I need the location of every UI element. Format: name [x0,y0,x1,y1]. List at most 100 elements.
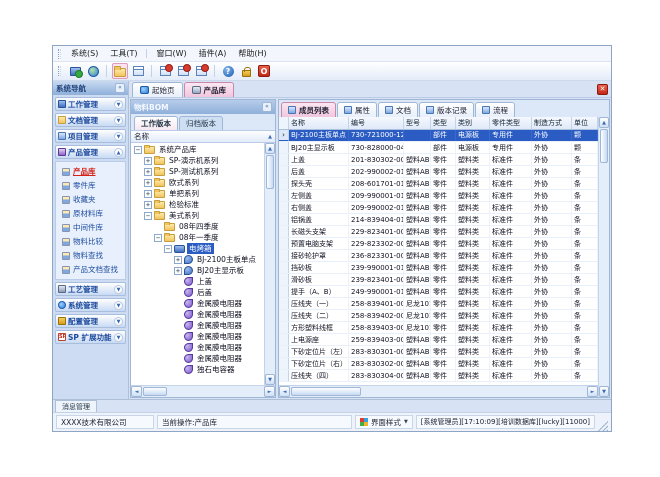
table-horizontal-scrollbar[interactable]: ◄ ► [279,385,598,397]
chevron-down-icon[interactable]: ▼ [114,132,123,141]
toolbar-button-1[interactable] [67,63,83,79]
toolbar-button-9[interactable] [238,63,254,79]
toolbar-button-8[interactable]: ? [220,63,236,79]
column-header-型号[interactable]: 型号 [404,117,431,129]
table-row[interactable]: 铝锅盖214-839404-01I塑料ABS零件塑料类标准件外协条 [279,214,598,226]
expand-icon[interactable]: + [144,168,152,176]
menu-item-2[interactable]: 工具(T) [104,47,143,60]
table-row[interactable]: 下砂定位片（左）283-830301-00I塑料ABS零件塑料类标准件外协条 [279,346,598,358]
collapse-icon[interactable]: − [154,234,162,242]
tree-node-08年四季度[interactable]: −08年四季度 [131,221,264,232]
expand-icon[interactable]: + [174,267,182,275]
table-row[interactable]: 探头壳208-601701-01I塑料ABS零件塑料类标准件外协条 [279,178,598,190]
message-panel-tab[interactable]: 消息管理 [55,400,97,412]
table-row[interactable]: 提手（A、B）249-990001-01I塑料ABS零件塑料类标准件外协条 [279,286,598,298]
chevron-down-icon[interactable]: ▼ [114,285,123,294]
resize-grip[interactable] [598,421,608,431]
table-row[interactable]: ›BJ-2100主板单点730-721000-12I部件电源板专用件外协颗 [279,130,598,142]
column-header-零件类型[interactable]: 零件类型 [490,117,532,129]
chevron-down-icon[interactable]: ▼ [114,333,123,342]
toolbar-button-3[interactable] [112,63,128,79]
tree-node-系统产品库[interactable]: −系统产品库 [131,144,264,155]
tree-node-金属膜电阻器[interactable]: −金属膜电阻器 [131,320,264,331]
scroll-left-icon[interactable]: ◄ [131,386,142,397]
sidebar-group-产品管理[interactable]: 产品管理▲ [55,145,126,159]
toolbar-button-5[interactable] [157,63,173,79]
sidebar-item-产品库[interactable]: 产品库 [57,165,124,178]
table-row[interactable]: 挡砂板239-990001-01I塑料ABS零件塑料类标准件外协条 [279,262,598,274]
scroll-right-icon[interactable]: ► [264,386,275,397]
toolbar-button-2[interactable] [85,63,101,79]
tree-vertical-scrollbar[interactable]: ▲ ▼ [264,143,275,385]
sidebar-group-系统管理[interactable]: 系统管理▼ [55,298,126,312]
tree-node-后盖[interactable]: −后盖 [131,287,264,298]
tab-产品库[interactable]: 产品库 [184,82,235,97]
table-row[interactable]: BJ20主显示板730-828000-04I部件电源板专用件外协颗 [279,142,598,154]
sidebar-item-收藏夹[interactable]: 收藏夹 [57,193,124,206]
tree-node-金属膜电阻器[interactable]: −金属膜电阻器 [131,342,264,353]
tab-版本记录[interactable]: 版本记录 [419,102,474,117]
toolbar-button-6[interactable] [175,63,191,79]
table-row[interactable]: 方形塑料线框258-839403-00I尼龙1010零件塑料类标准件外协条 [279,322,598,334]
tree-node-金属膜电阻器[interactable]: −金属膜电阻器 [131,298,264,309]
sidebar-group-工作管理[interactable]: 工作管理▼ [55,97,126,111]
scroll-left-icon[interactable]: ◄ [279,386,290,397]
sidebar-collapse-icon[interactable]: « [115,83,125,93]
column-header-制造方式[interactable]: 制造方式 [532,117,572,129]
tab-归档版本[interactable]: 归档版本 [179,116,223,130]
tab-起始页[interactable]: 起始页 [132,82,183,97]
sidebar-item-零件库[interactable]: 零件库 [57,179,124,192]
tab-成员列表[interactable]: 成员列表 [281,102,336,117]
close-tab-icon[interactable]: ✕ [597,84,608,95]
table-row[interactable]: 压线夹（二）258-839402-00I尼龙1010零件塑料类标准件外协条 [279,310,598,322]
table-row[interactable]: 压线夹（四）283-830304-00I塑料ABS零件塑料类标准件外协条 [279,370,598,382]
tree-node-金属膜电阻器[interactable]: −金属膜电阻器 [131,331,264,342]
table-row[interactable]: 长磁头支架229-823401-00I塑料ABS零件塑料类标准件外协条 [279,226,598,238]
expand-icon[interactable]: + [144,157,152,165]
chevron-down-icon[interactable]: ▼ [114,100,123,109]
sidebar-item-中间件库[interactable]: 中间件库 [57,221,124,234]
scroll-up-icon[interactable]: ▲ [599,117,609,128]
tree-node-08年一季度[interactable]: −08年一季度 [131,232,264,243]
collapse-icon[interactable]: − [164,245,172,253]
scroll-down-icon[interactable]: ▼ [265,374,275,385]
tree-node-检验标准[interactable]: +检验标准 [131,199,264,210]
expand-icon[interactable]: + [144,179,152,187]
sidebar-group-SP 扩展功能[interactable]: SPSP 扩展功能▼ [55,330,126,344]
table-row[interactable]: 上电源座259-839403-00I塑料ABS零件塑料类标准件外协条 [279,334,598,346]
column-header-类别[interactable]: 类别 [456,117,490,129]
toolbar-button-10[interactable]: O [256,63,272,79]
tab-工作版本[interactable]: 工作版本 [134,116,178,130]
tree-node-SP-测试机系列[interactable]: +SP-测试机系列 [131,166,264,177]
sidebar-item-物料比较[interactable]: 物料比较 [57,235,124,248]
tree-node-金属膜电阻器[interactable]: −金属膜电阻器 [131,309,264,320]
collapse-icon[interactable]: − [134,146,142,154]
chevron-down-icon[interactable]: ▼ [114,116,123,125]
menubar-grip[interactable] [58,49,61,59]
tree-node-独石电容器[interactable]: −独石电容器 [131,364,264,375]
expand-icon[interactable]: + [144,201,152,209]
tree-node-金属膜电阻器[interactable]: −金属膜电阻器 [131,353,264,364]
column-header-单位[interactable]: 单位 [572,117,598,129]
menu-item-4[interactable]: 插件(A) [193,47,233,60]
menu-item-1[interactable]: 系统(S) [65,47,104,60]
table-row[interactable]: 滑砂板239-823401-00I塑料ABS零件塑料类标准件外协条 [279,274,598,286]
table-row[interactable]: 上盖201-830302-00I塑料ABS零件塑料类标准件外协条 [279,154,598,166]
table-row[interactable]: 预置电脑支架229-823302-00I塑料ABS零件塑料类标准件外协条 [279,238,598,250]
scroll-right-icon[interactable]: ► [587,386,598,397]
column-header-名称[interactable]: 名称 [289,117,349,129]
table-hscroll-thumb[interactable] [291,387,361,396]
menu-item-3[interactable]: 窗口(W) [150,47,192,60]
column-header-类型[interactable]: 类型 [431,117,456,129]
table-scroll-thumb[interactable] [600,129,608,163]
chevron-down-icon[interactable]: ▼ [114,301,123,310]
collapse-icon[interactable]: − [144,212,152,220]
table-row[interactable]: 下砂定位片（右）283-830302-00I塑料ABS零件塑料类标准件外协条 [279,358,598,370]
bom-pin-icon[interactable]: « [262,102,272,112]
column-header-编号[interactable]: 编号 [349,117,404,129]
scroll-up-icon[interactable]: ▲ [265,143,275,154]
tree-node-电烤箱[interactable]: −电烤箱 [131,243,264,254]
scroll-down-icon[interactable]: ▼ [599,386,609,397]
table-row[interactable]: 压线夹（一）258-839401-00I尼龙1010零件塑料类标准件外协条 [279,298,598,310]
tree-node-上盖[interactable]: −上盖 [131,276,264,287]
